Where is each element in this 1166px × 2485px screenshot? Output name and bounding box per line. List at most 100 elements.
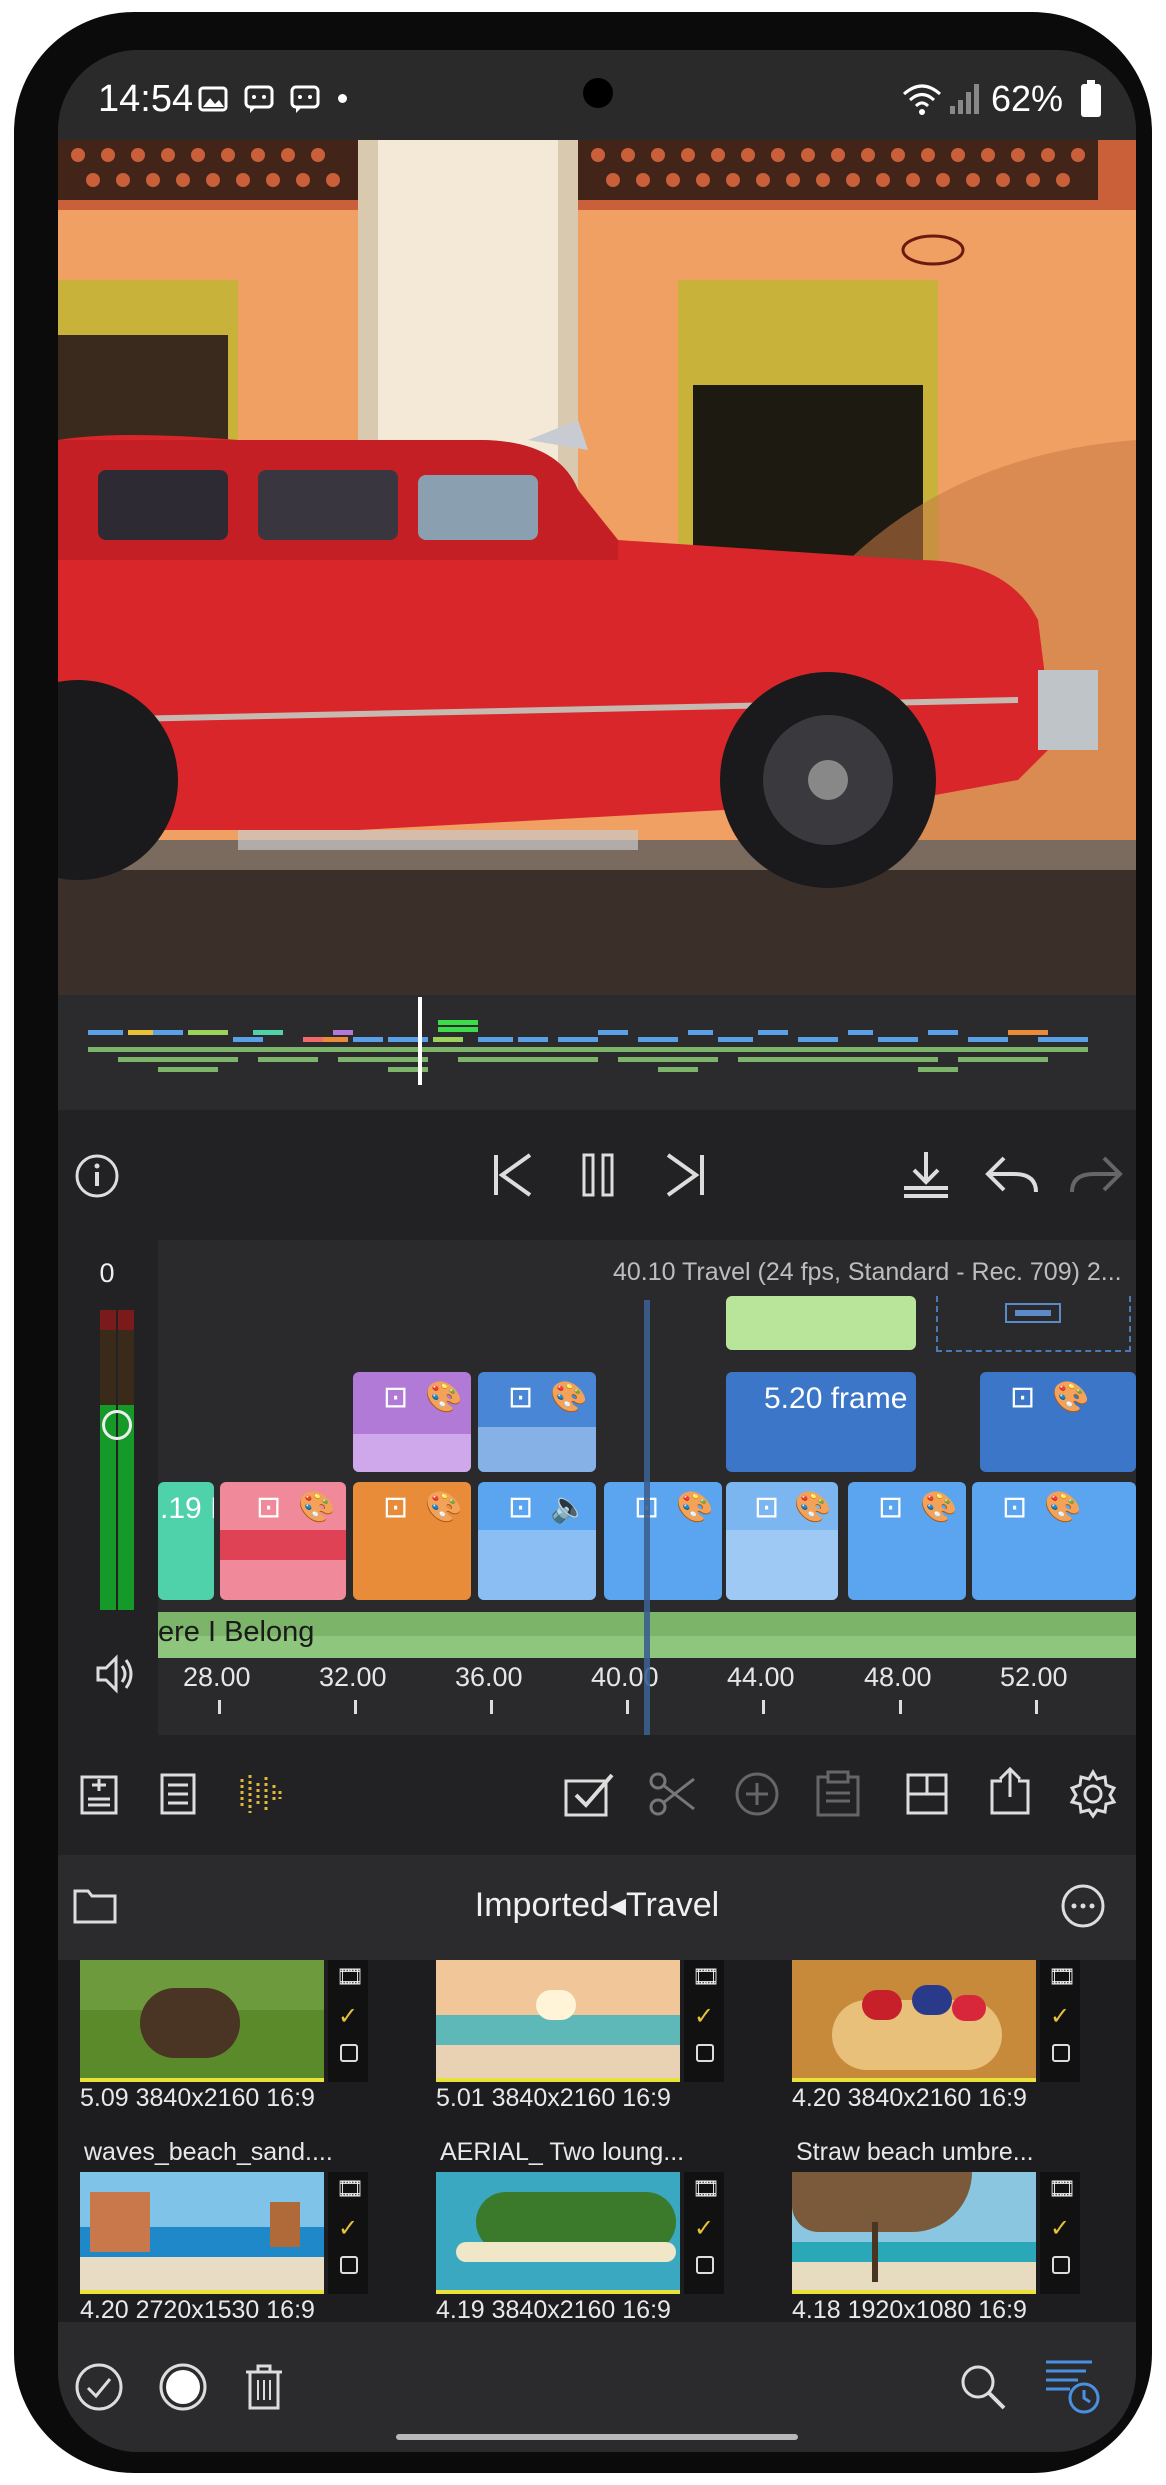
history-icon[interactable] [1042,2356,1102,2416]
media-thumb[interactable]: Straw beach umbre... 🎞 ✓ 4.18 1920x1080 … [792,2138,1122,2324]
thumb-caption: 5.01 3840x2160 16:9 [436,2084,671,2112]
thumb-caption: 4.20 2720x1530 16:9 [80,2296,315,2324]
timeline-overview[interactable] [58,995,1136,1110]
volume-knob[interactable] [102,1410,132,1440]
redo-icon[interactable] [1068,1152,1124,1196]
ruler-label: 32.00 [319,1662,387,1692]
download-icon[interactable] [900,1148,952,1202]
media-thumb[interactable]: waves_beach_sand.... 🎞 ✓ 4.20 2720x1530 … [80,2138,410,2324]
clip-teal[interactable]: .19 I [158,1482,214,1600]
thumb-badges: 🎞 ✓ [1040,2172,1080,2294]
check-circle-icon[interactable] [74,2362,124,2412]
record-icon[interactable] [158,2362,208,2412]
target-icon: ⊡ [754,1491,780,1524]
ruler-tick [218,1700,221,1714]
ruler-tick [626,1700,629,1714]
clip-blue-3[interactable]: ⊡ 🔈 [478,1482,596,1600]
used-bar [792,2290,1036,2294]
layout-icon[interactable] [904,1771,950,1817]
app-screen: 14:54 62% 0 40.10 Travel (24 fps, Standa… [58,50,1136,2452]
clip-blue-2[interactable]: ⊡ 🎨 [980,1372,1136,1472]
timeline[interactable]: 0 40.10 Travel (24 fps, Standard - Rec. … [58,1240,1136,1735]
settings-icon[interactable] [1068,1769,1118,1819]
audio-clip-label: ere I Belong [158,1616,315,1648]
clip-start-label: .19 I [160,1492,214,1525]
thumb-caption: 4.18 1920x1080 16:9 [792,2296,1027,2324]
audio-meter-panel: 0 [58,1240,158,1735]
clip-blue-1[interactable]: ⊡ 🎨 [478,1372,596,1472]
clip-blue-6[interactable]: ⊡ 🎨 [848,1482,966,1600]
ruler-tick [354,1700,357,1714]
info-icon[interactable] [74,1153,120,1199]
clip-green[interactable] [726,1296,916,1350]
target-icon: ⊡ [508,1381,534,1414]
target-icon: ⊡ [878,1491,904,1524]
palette-icon: 🎨 [1044,1491,1082,1524]
browser-title[interactable]: Imported◂Travel [58,1885,1136,1925]
clip-pink[interactable]: ⊡ 🎨 [220,1482,346,1600]
home-indicator[interactable] [396,2434,798,2440]
thumb-badges: 🎞 ✓ [684,1960,724,2082]
palette-icon: 🎨 [550,1381,588,1414]
skip-previous-icon[interactable] [490,1150,536,1200]
clip-orange[interactable]: ⊡ 🎨 [353,1482,471,1600]
skip-next-icon[interactable] [662,1150,708,1200]
media-grid: 🎞 ✓ 5.09 3840x2160 16:9 🎞 ✓ 5.01 3840x21… [58,1960,1136,2324]
undo-icon[interactable] [984,1152,1040,1196]
preview-frame-image [58,140,1136,995]
waveform-icon[interactable] [238,1771,284,1817]
clip-placeholder[interactable] [936,1296,1131,1352]
target-icon: ⊡ [256,1491,282,1524]
ruler-label: 28.00 [183,1662,251,1692]
clip-blue-4[interactable]: ⊡ 🎨 [604,1482,722,1600]
audio-meter-right [118,1310,134,1610]
media-browser-header: Imported◂Travel [58,1855,1136,1960]
add-icon[interactable] [734,1771,780,1817]
thumb-badges: 🎞 ✓ [328,2172,368,2294]
palette-icon: 🎨 [298,1491,336,1524]
video-preview[interactable] [58,140,1136,995]
search-icon[interactable] [958,2362,1008,2412]
more-icon[interactable] [1060,1883,1106,1929]
thumb-title: AERIAL_ Two loung... [440,2138,685,2166]
thumb-badges: 🎞 ✓ [328,1960,368,2082]
media-thumb[interactable]: 🎞 ✓ 4.20 3840x2160 16:9 [792,1960,1122,2112]
thumb-image [436,1960,680,2082]
clip-blue-5[interactable]: ⊡ 🎨 [726,1482,838,1600]
ruler-tick [490,1700,493,1714]
select-icon[interactable] [562,1769,618,1819]
share-icon[interactable] [988,1765,1032,1817]
battery-icon [1081,80,1101,117]
media-thumb[interactable]: AERIAL_ Two loung... 🎞 ✓ 4.19 3840x2160 … [436,2138,766,2324]
used-bar [436,2078,680,2082]
overview-minimap [88,997,1088,1085]
list-icon[interactable] [158,1771,198,1817]
scissors-icon[interactable] [648,1771,698,1817]
thumb-image [80,2172,324,2294]
clip-blue-7[interactable]: ⊡ 🎨 [972,1482,1136,1600]
speaker-icon[interactable] [94,1652,138,1696]
front-camera [583,78,613,108]
target-icon: ⊡ [1010,1381,1036,1414]
edit-toolbar [58,1735,1136,1855]
status-time: 14:54 [98,78,194,120]
clip-frame[interactable]: 5.20 frame [726,1372,916,1472]
ruler-tick [1035,1700,1038,1714]
trash-icon[interactable] [242,2362,286,2412]
add-media-icon[interactable] [78,1771,122,1817]
thumb-badges: 🎞 ✓ [684,2172,724,2294]
thumb-image [436,2172,680,2294]
audio-meter-left [100,1310,116,1610]
playhead[interactable] [644,1300,650,1735]
palette-icon: 🎨 [425,1491,463,1524]
paste-icon[interactable] [814,1769,862,1819]
pause-icon[interactable] [578,1150,618,1200]
used-bar [792,2078,1036,2082]
clip-purple[interactable]: ⊡ 🎨 [353,1372,471,1472]
ruler-label: 52.00 [1000,1662,1068,1692]
target-icon: ⊡ [508,1491,534,1524]
media-thumb[interactable]: 🎞 ✓ 5.01 3840x2160 16:9 [436,1960,766,2112]
used-bar [80,2290,324,2294]
media-thumb[interactable]: 🎞 ✓ 5.09 3840x2160 16:9 [80,1960,410,2112]
title-clip-icon [1005,1303,1061,1323]
